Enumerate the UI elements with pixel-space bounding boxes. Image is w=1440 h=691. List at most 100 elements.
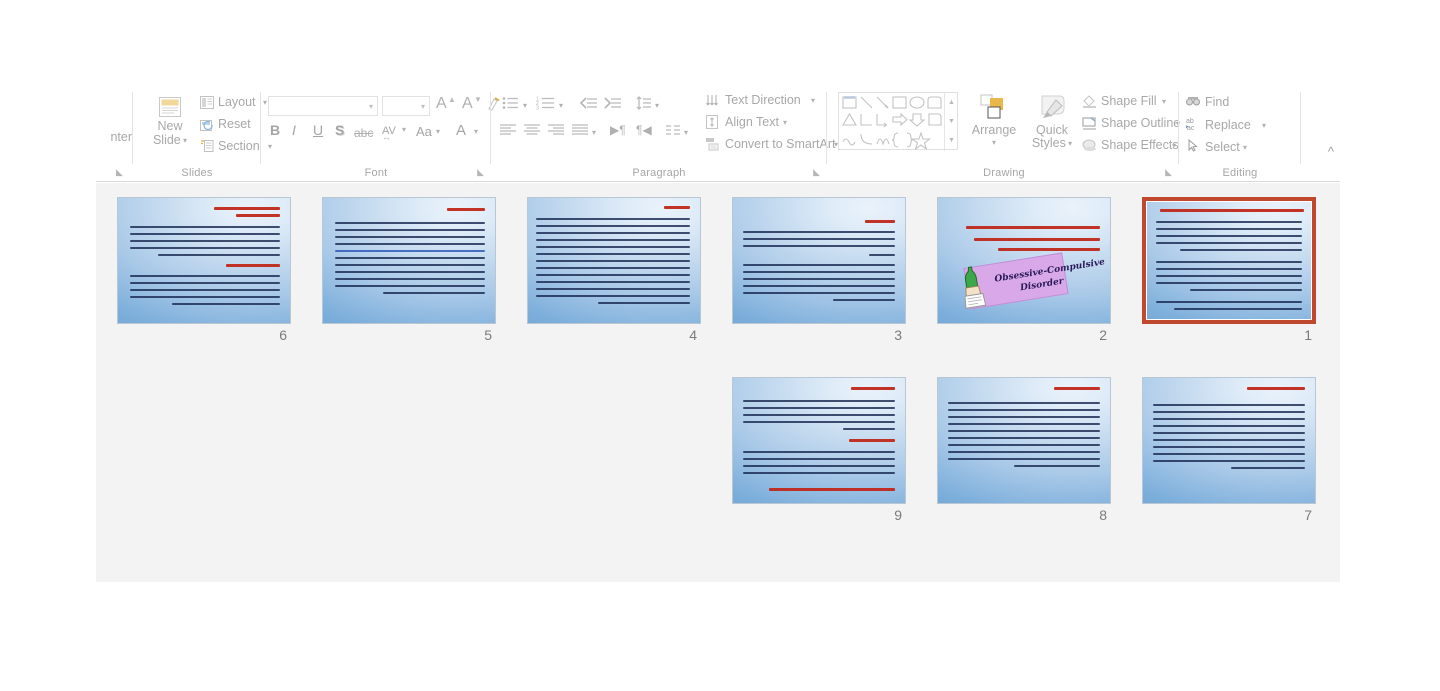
replace-caret-icon[interactable]: ▾	[1262, 121, 1266, 130]
slide-number: 1	[1304, 327, 1312, 343]
font-name-caret-icon[interactable]: ▾	[369, 102, 373, 111]
bullets-caret-icon[interactable]: ▾	[523, 101, 527, 110]
drawing-dialog-launcher[interactable]: ◣	[1165, 167, 1172, 178]
justify-icon[interactable]	[572, 124, 588, 135]
align-center-icon[interactable]	[524, 124, 540, 135]
slide-thumbnail-7[interactable]: 7	[1142, 377, 1316, 525]
group-label-editing: Editing	[1222, 167, 1258, 179]
font-size-caret-icon[interactable]: ▾	[421, 102, 425, 111]
shapes-gallery-scrollbar[interactable]: ▲ ▼ ▼	[944, 93, 957, 151]
change-case-caret-icon[interactable]: ▾	[436, 127, 440, 136]
slide-thumbnail-6[interactable]: 6	[117, 197, 291, 345]
text-direction-caret-icon[interactable]: ▾	[811, 96, 815, 105]
new-slide-icon	[158, 96, 182, 118]
slide-canvas	[937, 377, 1111, 504]
quick-styles-caret-icon[interactable]: ▾	[1066, 139, 1072, 148]
clipboard-dialog-launcher[interactable]: ◣	[116, 167, 123, 178]
slide-canvas	[527, 197, 701, 324]
convert-to-smartart-label: Convert to SmartArt	[725, 137, 836, 151]
slide-thumbnail-1[interactable]: 1	[1142, 197, 1316, 345]
group-label-drawing: Drawing	[983, 167, 1025, 179]
italic-button[interactable]: I	[292, 122, 296, 140]
ribbon-group-clipboard: nter ◣	[96, 88, 132, 182]
quick-styles-label-2-text: Styles	[1031, 136, 1066, 150]
bold-button[interactable]: B	[270, 122, 280, 140]
group-divider	[1178, 92, 1179, 164]
shapes-scroll-up-icon[interactable]: ▲	[945, 93, 958, 112]
strikethrough-button[interactable]: abc	[354, 124, 373, 142]
collapse-ribbon-icon[interactable]: ^	[1328, 144, 1334, 159]
line-spacing-icon[interactable]	[636, 96, 652, 110]
shapes-scroll-down-icon[interactable]: ▼	[945, 112, 958, 131]
shapes-gallery[interactable]: ▲ ▼ ▼	[838, 92, 958, 151]
ribbon-group-font: ▾ ▾ A ▲ A ▼ B I U S abc AV ↔ ▾ Aa ▾ A ▾ …	[264, 88, 500, 182]
section-label: Section	[218, 139, 260, 153]
ltr-text-direction-icon[interactable]: ▶¶	[610, 123, 626, 137]
strikethrough-label: abc	[354, 126, 374, 140]
bullets-icon[interactable]	[502, 96, 519, 110]
increase-indent-icon[interactable]	[604, 97, 622, 109]
decrease-indent-icon[interactable]	[580, 97, 598, 109]
numbering-caret-icon[interactable]: ▾	[559, 101, 563, 110]
new-slide-button[interactable]: New Slide ▾	[144, 92, 196, 158]
slide-number: 2	[1099, 327, 1107, 343]
find-label: Find	[1205, 95, 1230, 109]
font-color-button[interactable]: A ▾	[456, 122, 478, 140]
slide-number: 6	[279, 327, 287, 343]
arrange-caret-icon[interactable]: ▾	[966, 138, 1022, 147]
text-shadow-button[interactable]: S	[335, 122, 344, 140]
decrease-font-size-button[interactable]: A ▼	[462, 95, 482, 113]
arrange-label: Arrange	[971, 123, 1017, 137]
justify-caret-icon[interactable]: ▾	[592, 128, 596, 137]
slide-thumbnail-8[interactable]: 8	[937, 377, 1111, 525]
text-direction-icon	[706, 94, 720, 107]
cursor-select-icon	[1187, 139, 1200, 152]
slide-thumbnail-5[interactable]: 5	[322, 197, 496, 345]
slide-number: 5	[484, 327, 492, 343]
group-divider	[826, 92, 827, 164]
select-caret-icon[interactable]: ▾	[1243, 143, 1247, 152]
shadow-label: S	[335, 122, 345, 138]
rtl-text-direction-icon[interactable]: ¶◀	[636, 123, 652, 137]
font-size-input[interactable]: ▾	[382, 96, 430, 116]
increase-font-size-label: A	[436, 95, 447, 112]
font-dialog-launcher[interactable]: ◣	[477, 167, 484, 178]
line-spacing-caret-icon[interactable]: ▾	[655, 101, 659, 110]
font-name-input[interactable]: ▾	[268, 96, 378, 116]
slide-sorter-workspace[interactable]: 6 5 4 3 Obsessive-Compulsive Disorder 2 …	[96, 183, 1340, 582]
shape-fill-caret-icon[interactable]: ▾	[1162, 97, 1166, 106]
shape-fill-label: Shape Fill	[1101, 94, 1157, 108]
font-color-caret-icon[interactable]: ▾	[474, 127, 478, 136]
numbering-icon[interactable]: 1 2 3	[536, 96, 555, 110]
columns-caret-icon[interactable]: ▾	[684, 128, 688, 137]
paragraph-dialog-launcher[interactable]: ◣	[813, 167, 820, 178]
align-left-icon[interactable]	[500, 124, 516, 135]
slide-thumbnail-4[interactable]: 4	[527, 197, 701, 345]
character-spacing-button[interactable]: AV ↔ ▾	[382, 121, 406, 142]
group-divider	[1300, 92, 1301, 164]
increase-font-size-button[interactable]: A ▲	[436, 95, 456, 113]
columns-icon[interactable]	[666, 125, 680, 135]
slide-canvas	[732, 197, 906, 324]
slide-thumbnail-9[interactable]: 9	[732, 377, 906, 525]
align-text-caret-icon[interactable]: ▾	[783, 118, 787, 127]
slide-thumbnail-3[interactable]: 3	[732, 197, 906, 345]
ribbon: nter ◣ New Slide ▾ Layout ▾ Reset Sectio…	[96, 88, 1340, 182]
change-case-button[interactable]: Aa ▾	[416, 123, 440, 141]
align-right-icon[interactable]	[548, 124, 564, 135]
shape-effects-caret-icon[interactable]: ▾	[1172, 141, 1176, 150]
format-painter-label[interactable]: nter	[96, 130, 132, 144]
group-divider	[260, 92, 261, 164]
new-slide-caret-icon[interactable]: ▾	[181, 136, 187, 145]
svg-text:ac: ac	[1187, 125, 1195, 131]
svg-text:3: 3	[536, 106, 539, 111]
shape-effects-label: Shape Effects	[1101, 138, 1179, 152]
change-case-label: Aa	[416, 124, 432, 139]
underline-button[interactable]: U	[313, 122, 323, 140]
character-spacing-caret-icon[interactable]: ▾	[402, 125, 406, 134]
spacing-arrow-icon: ↔	[382, 132, 391, 142]
slide-canvas	[1142, 197, 1316, 324]
slide-thumbnail-2[interactable]: Obsessive-Compulsive Disorder 2	[937, 197, 1111, 345]
align-text-icon	[706, 115, 720, 129]
shapes-more-icon[interactable]: ▼	[945, 131, 958, 150]
